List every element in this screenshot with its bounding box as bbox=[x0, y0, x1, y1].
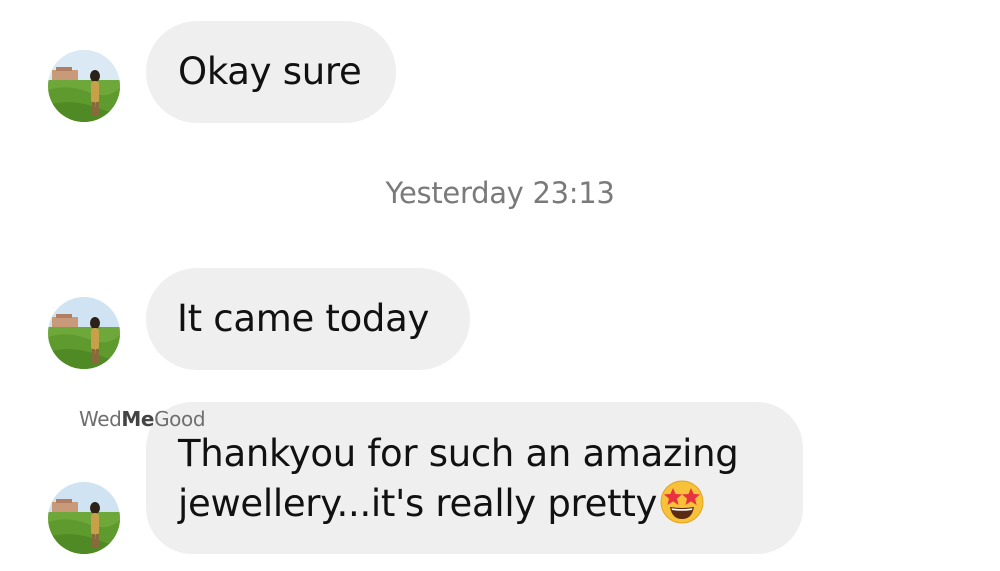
message-text-line: Thankyou for such an amazing bbox=[178, 432, 739, 475]
star-struck-emoji-icon bbox=[659, 479, 705, 525]
watermark-part: Me bbox=[121, 407, 155, 431]
avatar-photo-icon bbox=[48, 297, 120, 369]
avatar[interactable] bbox=[48, 482, 120, 554]
avatar-photo-icon bbox=[48, 50, 120, 122]
avatar[interactable] bbox=[48, 50, 120, 122]
message-bubble[interactable]: It came today bbox=[146, 268, 470, 370]
avatar-photo-icon bbox=[48, 482, 120, 554]
message-text: jewellery...it's really pretty bbox=[178, 482, 658, 525]
message-bubble[interactable]: Okay sure bbox=[146, 21, 396, 123]
avatar[interactable] bbox=[48, 297, 120, 369]
watermark: WedMeGood bbox=[79, 407, 206, 431]
watermark-part: Good bbox=[154, 407, 206, 431]
watermark-part: Wed bbox=[79, 407, 122, 431]
message-bubble[interactable]: Thankyou for such an amazing jewellery..… bbox=[146, 402, 803, 554]
message-text: It came today bbox=[177, 297, 430, 340]
message-text-line: jewellery...it's really pretty bbox=[178, 479, 803, 529]
message-text: Okay sure bbox=[178, 50, 362, 93]
message-timestamp: Yesterday 23:13 bbox=[385, 176, 615, 210]
